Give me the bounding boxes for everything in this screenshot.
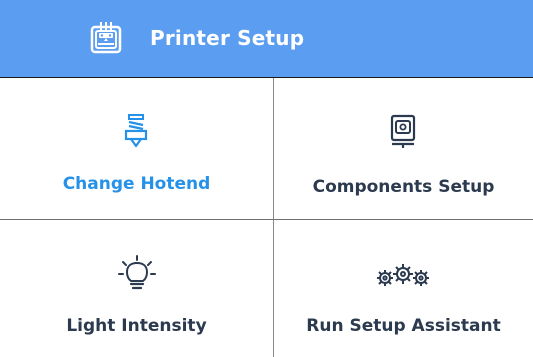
run-setup-assistant-button[interactable]: Run Setup Assistant bbox=[274, 220, 533, 357]
gears-icon bbox=[377, 264, 429, 286]
change-hotend-label: Change Hotend bbox=[62, 174, 211, 194]
printer-setup-screen: Printer Setup Change Hotend Components S… bbox=[0, 0, 533, 357]
header-bar: Printer Setup bbox=[0, 0, 533, 77]
components-setup-button[interactable]: Components Setup bbox=[274, 78, 533, 219]
hotend-icon bbox=[124, 114, 148, 148]
light-intensity-label: Light Intensity bbox=[66, 316, 207, 336]
printer-icon bbox=[90, 22, 122, 54]
change-hotend-button[interactable]: Change Hotend bbox=[0, 78, 273, 219]
component-icon bbox=[390, 114, 416, 148]
light-intensity-button[interactable]: Light Intensity bbox=[0, 220, 273, 357]
run-setup-assistant-label: Run Setup Assistant bbox=[306, 316, 501, 336]
page-title: Printer Setup bbox=[150, 26, 305, 50]
components-setup-label: Components Setup bbox=[312, 177, 495, 197]
setup-menu-grid: Change Hotend Components Setup Light Int… bbox=[0, 77, 533, 357]
lightbulb-icon bbox=[118, 255, 156, 290]
